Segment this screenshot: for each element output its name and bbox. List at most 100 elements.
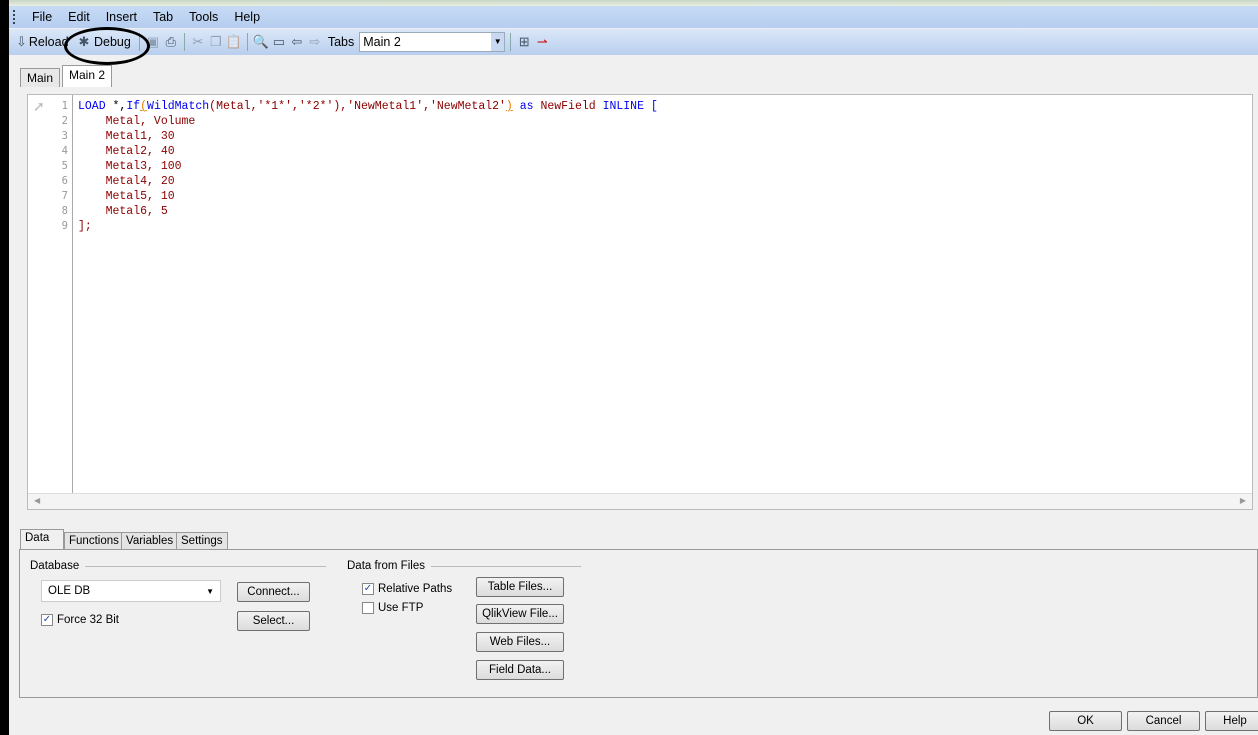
code-line: Metal, Volume [78,114,658,129]
code-line: Metal4, 20 [78,174,658,189]
code-line: Metal1, 30 [78,129,658,144]
code-token: LOAD [78,100,106,113]
window-edge [0,0,9,735]
scroll-left-icon[interactable]: ◀ [34,496,40,505]
relative-paths-checkbox[interactable]: ✓ Relative Paths [362,583,452,595]
grip-handle[interactable] [13,10,16,24]
separator [510,33,512,51]
code-token: ]; [78,220,92,233]
menu-tools[interactable]: Tools [181,10,226,24]
line-number: 5 [61,160,68,172]
reload-label: Reload [28,35,69,49]
horizontal-scrollbar[interactable]: ◀ ▶ [28,493,1252,509]
connect-button[interactable]: Connect... [237,582,310,602]
menu-edit[interactable]: Edit [60,10,98,24]
tabs-select-value: Main 2 [363,35,401,49]
code-line: LOAD *,If(WildMatch(Metal,'*1*','*2*'),'… [78,99,658,114]
code-token: (Metal,'*1*','*2*'),'NewMetal1','NewMeta… [209,100,506,113]
field-data-button[interactable]: Field Data... [476,660,564,680]
line-number: 4 [61,145,68,157]
code-token: *, [105,100,127,113]
paste-icon[interactable]: 📋 [226,34,242,50]
chevron-down-icon[interactable]: ▼ [491,33,505,51]
data-from-files-group: Data from Files [347,560,581,572]
checkbox-checked-icon: ✓ [41,614,53,626]
code-line: ]; [78,219,658,234]
code-token: Metal1, 30 [78,130,175,143]
tabs-select[interactable]: Main 2 ▼ [359,32,506,52]
line-number: 3 [61,130,68,142]
tab-data[interactable]: Data [20,529,64,550]
use-ftp-label: Use FTP [378,602,424,614]
menu-help[interactable]: Help [226,10,268,24]
web-files-button[interactable]: Web Files... [476,632,564,652]
code-token: Metal4, 20 [78,175,175,188]
cut-icon[interactable]: ✂ [190,34,206,50]
reload-button[interactable]: ⇩ Reload [13,31,71,53]
find-icon[interactable]: 🔍 [253,34,269,50]
code-token: WildMatch [147,100,210,113]
print-icon[interactable]: ⎙ [163,34,179,50]
code-line: Metal5, 10 [78,189,658,204]
code-line: Metal3, 100 [78,159,658,174]
tab-variables[interactable]: Variables [121,532,179,550]
table-files-button[interactable]: Table Files... [476,577,564,597]
database-group: Database [30,560,326,572]
use-ftp-checkbox[interactable]: Use FTP [362,602,423,614]
separator [183,33,185,51]
new-tab-icon[interactable]: ▭ [271,34,287,50]
database-select[interactable]: OLE DB ▼ [41,580,221,602]
qlikview-file-button[interactable]: QlikView File... [476,604,564,624]
tab-functions[interactable]: Functions [64,532,124,550]
code-token: as [519,100,534,113]
scroll-right-icon[interactable]: ▶ [1240,496,1246,505]
toolbar: ⇩ Reload ✱ Debug ▣ ⎙ ✂ ❐ 📋 🔍 ▭ ⇦ ⇨ Tabs Ma… [9,29,1258,55]
demote-tab-icon[interactable]: ⇨ [307,34,323,50]
code-token: ( [140,100,148,113]
line-number-gutter: ➚ 1 2 3 4 5 6 7 8 9 [28,95,73,493]
cancel-button[interactable]: Cancel [1127,711,1200,731]
line-number: 7 [61,190,68,202]
code-token: NewField [533,100,603,113]
checkbox-checked-icon: ✓ [362,583,374,595]
code-line: Metal6, 5 [78,204,658,219]
tabs-label: Tabs [327,35,355,49]
tab-main[interactable]: Main [20,68,61,87]
menu-insert[interactable]: Insert [98,10,145,24]
syntax-check-icon[interactable]: ⇀ [534,34,550,50]
table-viewer-icon[interactable]: ⊞ [516,34,532,50]
code-token: Metal6, 5 [78,205,168,218]
code-token: Metal2, 40 [78,145,175,158]
relative-paths-label: Relative Paths [378,583,453,595]
line-number: 8 [61,205,68,217]
script-code[interactable]: LOAD *,If(WildMatch(Metal,'*1*','*2*'),'… [78,99,658,234]
menu-tab[interactable]: Tab [145,10,181,24]
data-panel: Database OLE DB ▼ ✓ Force 32 Bit Connect..… [19,549,1258,698]
ok-button[interactable]: OK [1049,711,1122,731]
tab-main-2[interactable]: Main 2 [62,65,113,87]
force-32-bit-checkbox[interactable]: ✓ Force 32 Bit [41,614,119,626]
promote-tab-icon[interactable]: ⇦ [289,34,305,50]
code-token: If [126,100,141,113]
tab-settings[interactable]: Settings [176,532,228,550]
pin-icon[interactable]: ➚ [33,98,45,115]
copy-icon[interactable]: ❐ [208,34,224,50]
separator [246,33,248,51]
line-number: 2 [61,115,68,127]
menu-bar: File Edit Insert Tab Tools Help [9,6,1258,28]
database-value: OLE DB [48,585,91,597]
code-token: INLINE [ [602,100,658,113]
reload-icon: ⇩ [16,34,27,49]
code-token: Metal3, 100 [78,160,182,173]
line-number: 9 [61,220,68,232]
files-label: Data from Files [347,560,425,572]
line-number: 1 [61,100,68,112]
code-token: ) [505,100,513,113]
select-button[interactable]: Select... [237,611,310,631]
checkbox-unchecked-icon [362,602,374,614]
chevron-down-icon: ▼ [206,586,214,596]
help-button[interactable]: Help [1205,711,1258,731]
script-editor[interactable]: ➚ 1 2 3 4 5 6 7 8 9 LOAD *,If(WildMatch(Metal,'*… [27,94,1253,510]
menu-file[interactable]: File [24,10,60,24]
